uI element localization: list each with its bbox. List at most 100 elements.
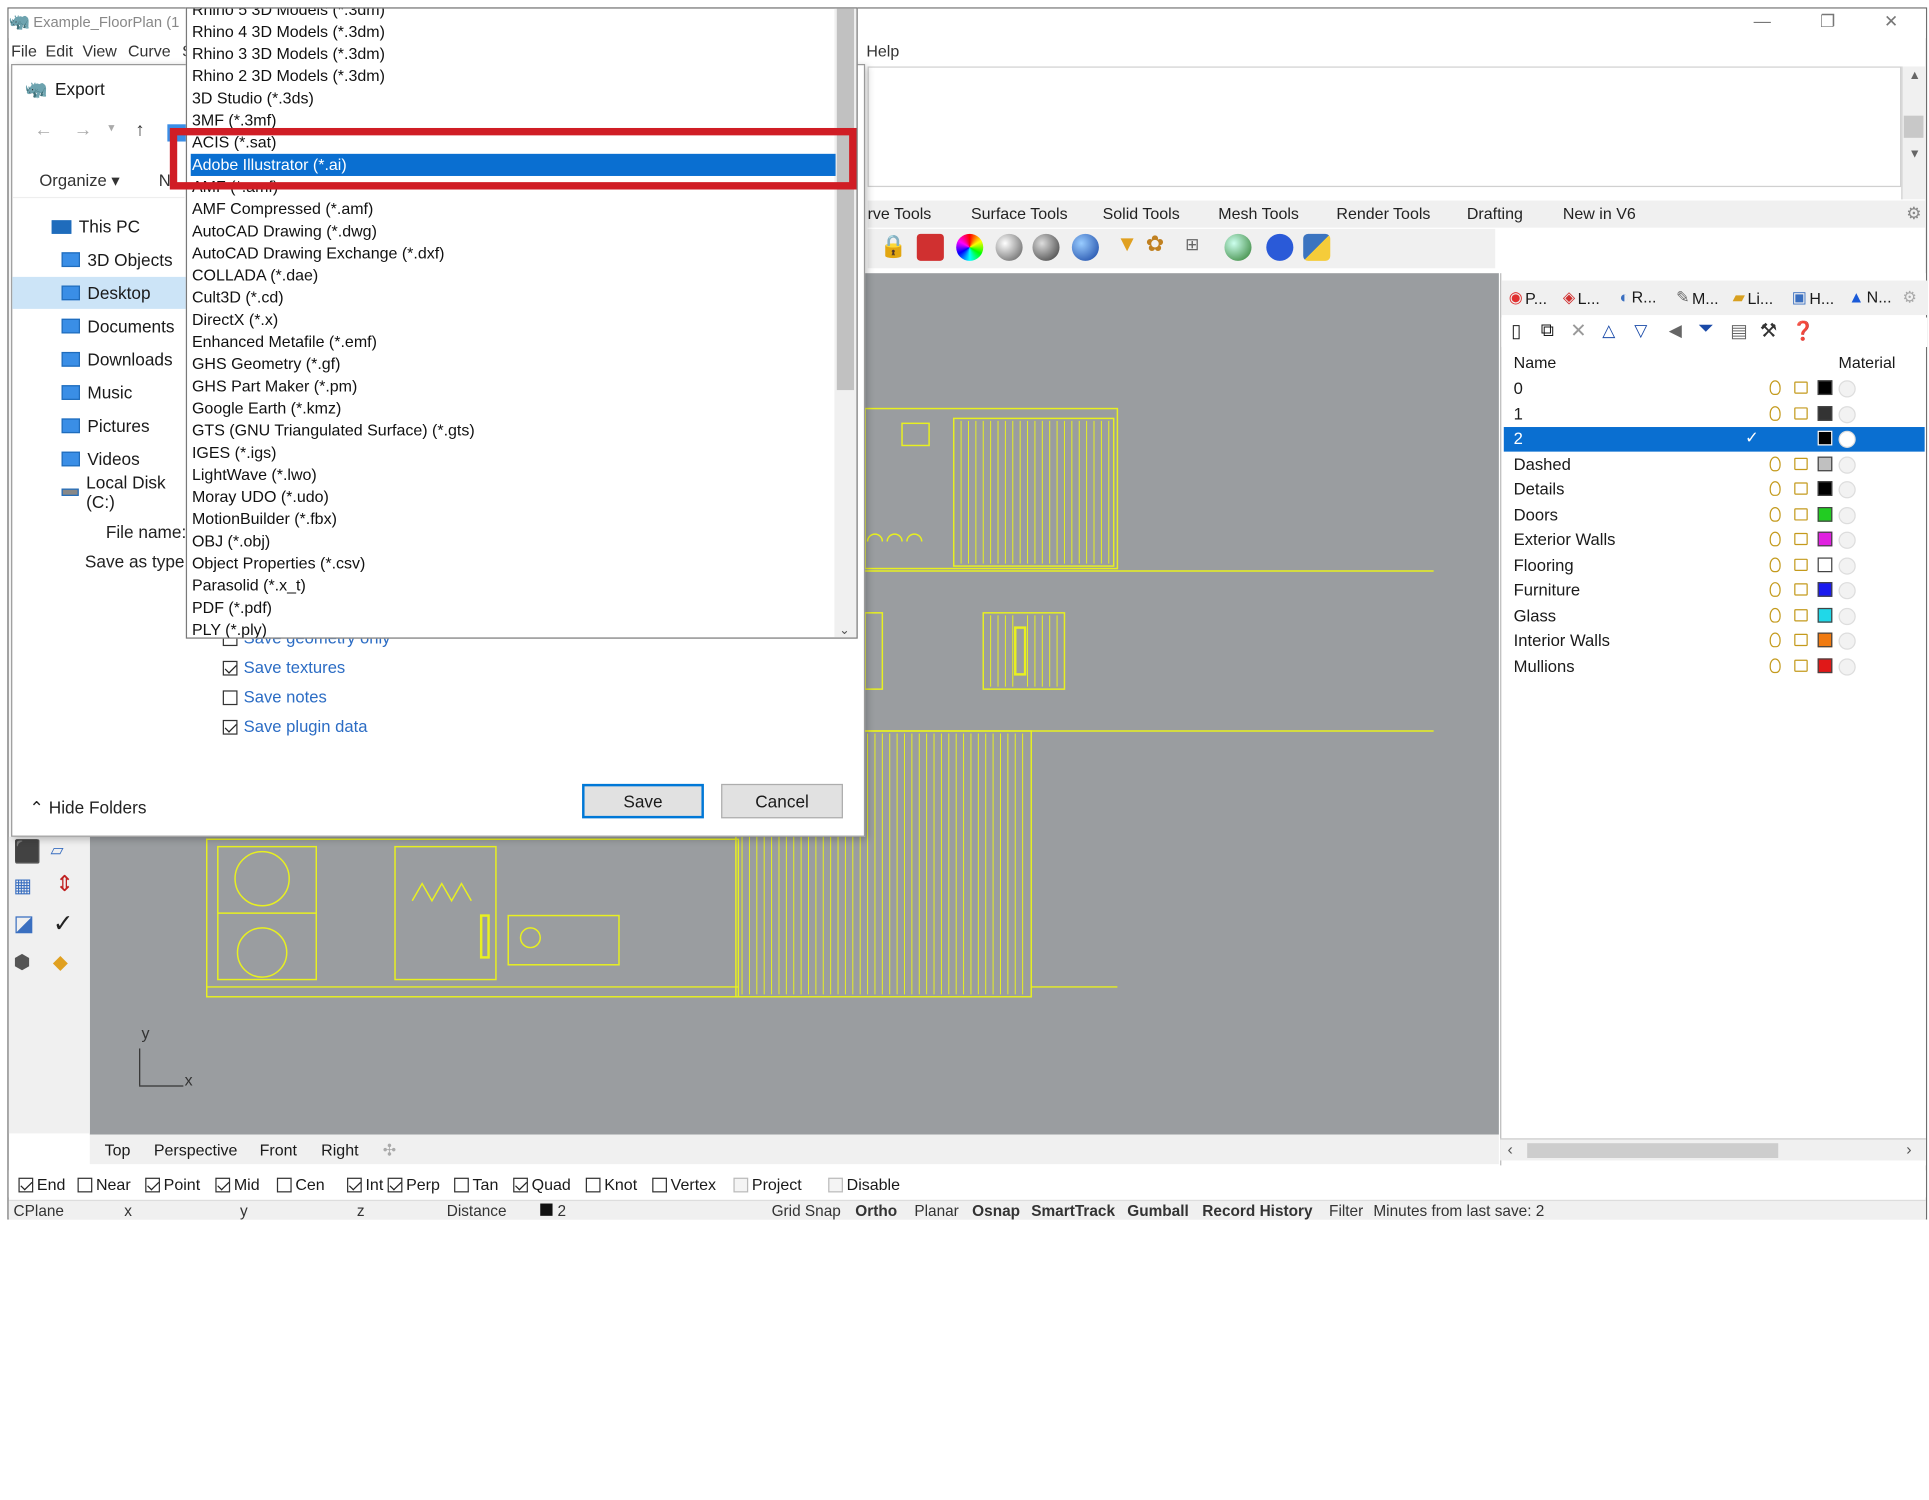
panel-tab-materials[interactable]: ✎ M... xyxy=(1676,288,1719,308)
close-button[interactable]: ✕ xyxy=(1884,11,1898,32)
status-ortho[interactable]: Ortho xyxy=(855,1202,897,1219)
material-dot[interactable] xyxy=(1838,657,1856,675)
layer-row[interactable]: 0 xyxy=(1504,377,1925,402)
material-dot[interactable] xyxy=(1838,556,1856,575)
layer-row[interactable]: Furniture xyxy=(1504,578,1925,603)
scroll-thumb[interactable] xyxy=(1903,115,1924,138)
material-dot[interactable] xyxy=(1838,506,1856,524)
tab-mesh-tools[interactable]: Mesh Tools xyxy=(1218,204,1299,222)
file-type-option[interactable]: DirectX (*.x) xyxy=(191,309,836,331)
osnap-point[interactable]: Point xyxy=(145,1175,200,1194)
save-button[interactable]: Save xyxy=(582,783,704,819)
material-dot[interactable] xyxy=(1838,455,1856,474)
layer-color-swatch[interactable] xyxy=(1817,632,1833,648)
tab-new-in-v6[interactable]: New in V6 xyxy=(1563,204,1636,222)
lightbulb-icon[interactable] xyxy=(1769,405,1781,421)
back-arrow-icon[interactable]: ← xyxy=(34,119,52,140)
lightbulb-icon[interactable] xyxy=(1769,506,1781,522)
unlock-icon[interactable] xyxy=(1794,608,1808,621)
layer-color-swatch[interactable] xyxy=(1817,607,1833,623)
checkbox[interactable] xyxy=(828,1177,843,1192)
filter-icon[interactable]: ⏷ xyxy=(1698,319,1714,341)
menu-help[interactable]: Help xyxy=(866,42,899,60)
status-smarttrack[interactable]: SmartTrack xyxy=(1031,1202,1115,1219)
osnap-project[interactable]: Project xyxy=(733,1175,802,1194)
layer-color-swatch[interactable] xyxy=(1817,405,1833,421)
osnap-mid[interactable]: Mid xyxy=(215,1175,260,1194)
unlock-icon[interactable] xyxy=(1794,406,1808,420)
layer-row[interactable]: Doors xyxy=(1504,503,1925,528)
panel-tab-help[interactable]: ▣ H... xyxy=(1792,288,1834,308)
checkbox[interactable] xyxy=(733,1177,749,1192)
material-dot[interactable] xyxy=(1838,405,1856,423)
tree-item-pictures[interactable]: Pictures xyxy=(12,410,190,442)
layer-help-icon[interactable]: ❓ xyxy=(1792,320,1815,342)
status-filter[interactable]: Filter xyxy=(1329,1202,1363,1219)
tree-item-desktop[interactable]: Desktop xyxy=(12,276,191,309)
scroll-up-icon[interactable]: ▲ xyxy=(1909,69,1921,83)
material-dot[interactable] xyxy=(1838,632,1856,650)
osnap-knot[interactable]: Knot xyxy=(585,1175,637,1194)
checkbox[interactable] xyxy=(347,1177,362,1192)
dropdown-scroll-down-icon[interactable]: ⌄ xyxy=(839,624,849,638)
layer-color-swatch[interactable] xyxy=(1817,657,1833,673)
status-osnap[interactable]: Osnap xyxy=(972,1202,1020,1219)
unlock-icon[interactable] xyxy=(1794,583,1808,596)
file-type-option[interactable]: Google Earth (*.kmz) xyxy=(191,397,836,419)
settings-gears-icon[interactable]: ✿ xyxy=(1146,231,1165,257)
osnap-int[interactable]: Int xyxy=(347,1175,383,1194)
file-type-option[interactable]: Moray UDO (*.udo) xyxy=(191,486,836,508)
layer-color-swatch[interactable] xyxy=(1817,430,1833,446)
up-arrow-icon[interactable]: ↑ xyxy=(135,119,144,140)
material-icon[interactable] xyxy=(916,233,944,261)
file-type-option[interactable]: MotionBuilder (*.fbx) xyxy=(191,508,836,530)
globe-icon[interactable] xyxy=(1224,233,1252,261)
environment-icon[interactable] xyxy=(1071,233,1099,261)
osnap-vertex[interactable]: Vertex xyxy=(652,1175,716,1194)
lightbulb-icon[interactable] xyxy=(1769,380,1781,396)
gear-icon[interactable]: ⚙ xyxy=(1906,203,1921,224)
move-up-icon[interactable]: △ xyxy=(1602,320,1615,341)
help-icon[interactable] xyxy=(1266,233,1294,261)
solid-tool-icon[interactable]: ⬢ xyxy=(14,950,31,975)
tab-surface-tools[interactable]: Surface Tools xyxy=(971,204,1068,222)
status-gumball[interactable]: Gumball xyxy=(1127,1202,1189,1219)
recent-chevron-icon[interactable]: ▾ xyxy=(108,122,114,136)
forward-arrow-icon[interactable]: → xyxy=(74,119,92,140)
layer-doc-icon[interactable]: ▤ xyxy=(1730,320,1747,342)
material-dot[interactable] xyxy=(1838,481,1856,499)
tree-item-local-disk-c[interactable]: Local Disk (C:) xyxy=(12,473,190,512)
material-dot[interactable] xyxy=(1838,582,1856,600)
unlock-icon[interactable] xyxy=(1794,457,1808,470)
tree-item-videos[interactable]: Videos xyxy=(12,443,190,475)
layer-row[interactable]: Exterior Walls xyxy=(1504,528,1925,553)
material-column-header[interactable]: Material xyxy=(1839,353,1896,371)
tree-item-documents[interactable]: Documents xyxy=(12,310,190,342)
unlock-icon[interactable] xyxy=(1794,532,1808,546)
command-scrollbar[interactable]: ▲ ▼ xyxy=(1901,66,1926,200)
file-type-option[interactable]: LightWave (*.lwo) xyxy=(191,464,836,486)
viewport-tab-front[interactable]: Front xyxy=(260,1141,297,1159)
panel-tab-properties[interactable]: ◉ P... xyxy=(1509,288,1547,308)
current-layer-check-icon[interactable]: ✓ xyxy=(1745,428,1759,448)
lightbulb-icon[interactable] xyxy=(1769,556,1781,572)
scroll-down-icon[interactable]: ▼ xyxy=(1909,148,1921,162)
save-as-type-dropdown-list[interactable]: ⌄ Rhino 5 3D Models (*.3dm) Rhino 4 3D Mo… xyxy=(185,7,858,639)
organize-button[interactable]: Organize ▾ xyxy=(39,171,119,191)
tab-solid-tools[interactable]: Solid Tools xyxy=(1103,204,1180,222)
checkbox[interactable] xyxy=(77,1177,93,1192)
light-icon[interactable]: ▼ xyxy=(1116,231,1138,257)
viewport-tab-top[interactable]: Top xyxy=(105,1141,131,1159)
file-type-option[interactable]: Rhino 2 3D Models (*.3dm) xyxy=(191,65,836,87)
file-type-option[interactable]: IGES (*.igs) xyxy=(191,442,836,464)
plane-tool-icon[interactable]: ▱ xyxy=(50,839,63,860)
osnap-disable[interactable]: Disable xyxy=(828,1175,900,1194)
checkbox[interactable] xyxy=(387,1177,403,1192)
scroll-right-icon[interactable]: › xyxy=(1906,1140,1911,1158)
status-planar[interactable]: Planar xyxy=(914,1202,958,1219)
paint-tool-icon[interactable]: ◆ xyxy=(53,950,68,975)
lightbulb-icon[interactable] xyxy=(1769,582,1781,597)
layer-color-swatch[interactable] xyxy=(1817,506,1833,522)
dropdown-scrollbar[interactable]: ⌄ xyxy=(834,8,857,638)
panel-tab-libraries[interactable]: ▰ Li... xyxy=(1733,288,1774,308)
